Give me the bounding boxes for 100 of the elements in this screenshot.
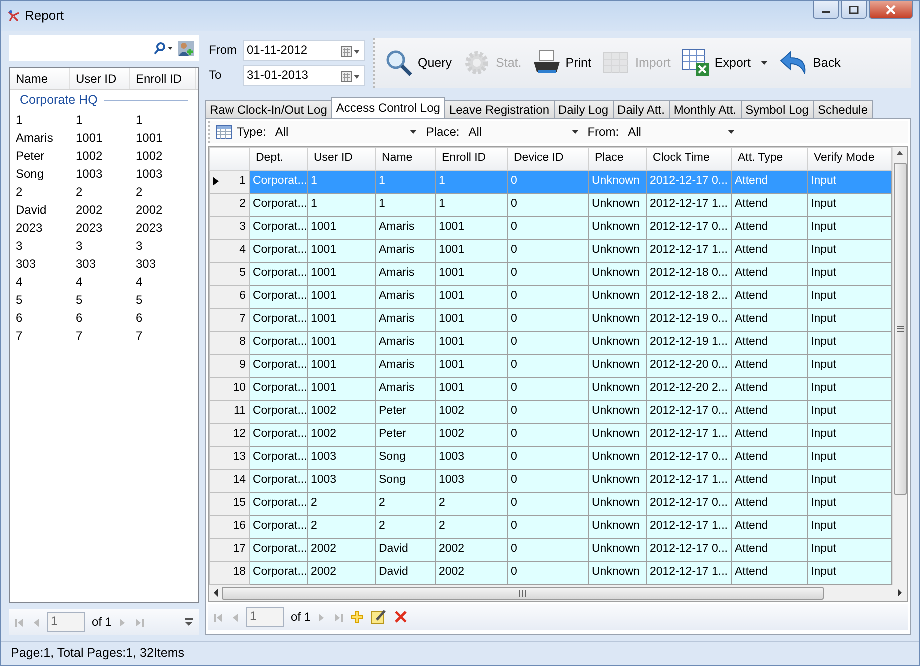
table-cell: 1003 <box>436 470 508 492</box>
row-header[interactable]: 1 <box>210 170 250 194</box>
table-cell: 0 <box>508 378 588 400</box>
export-button[interactable]: Export <box>678 48 772 78</box>
row-header[interactable]: 4 <box>210 240 250 262</box>
caret-icon[interactable] <box>410 130 418 134</box>
table-cell: Input <box>808 446 892 470</box>
column-header[interactable]: Enroll ID <box>130 68 196 89</box>
edit-icon[interactable] <box>371 609 388 625</box>
list-cell-text: 3 <box>75 238 84 254</box>
column-header[interactable]: Device ID <box>508 148 588 170</box>
row-number: 10 <box>233 382 246 396</box>
column-header[interactable]: Att. Type <box>732 148 808 170</box>
list-cell-text: 2023 <box>75 220 104 236</box>
group-header[interactable]: Corporate HQ <box>20 93 98 108</box>
row-header[interactable]: 9 <box>210 354 250 378</box>
row-header[interactable]: 13 <box>210 446 250 470</box>
row-header[interactable]: 3 <box>210 216 250 240</box>
table-cell: David <box>376 562 436 584</box>
date-field[interactable]: 01-11-2012 <box>243 40 365 61</box>
table-cell: Peter <box>376 424 436 446</box>
tab[interactable]: Daily Att. <box>612 100 670 118</box>
table-cell: Corporat... <box>250 286 308 308</box>
table-cell: Input <box>808 262 892 286</box>
table-cell: 2012-12-19 1... <box>646 332 732 354</box>
list-cell-text: David <box>15 202 48 218</box>
row-header[interactable]: 10 <box>210 378 250 400</box>
page-field[interactable]: 1 <box>47 612 85 632</box>
search-icon[interactable] <box>153 42 173 54</box>
table-cell: 0 <box>508 446 588 470</box>
date-label: From <box>209 43 237 58</box>
table-cell: Unknown <box>588 424 646 446</box>
page-count: of 1 <box>291 610 312 624</box>
column-header[interactable]: Enroll ID <box>436 148 508 170</box>
filter-dropdown[interactable]: All <box>624 124 740 140</box>
table-cell: 2012-12-17 0... <box>646 216 732 240</box>
delete-icon[interactable] <box>394 610 408 624</box>
table-cell: 2012-12-17 0... <box>646 538 732 562</box>
scroll-left-icon[interactable] <box>212 588 220 598</box>
tab[interactable]: Schedule <box>812 100 874 118</box>
row-header[interactable]: 15 <box>210 492 250 516</box>
grid-icon[interactable] <box>216 124 232 140</box>
page-field[interactable]: 1 <box>246 607 284 627</box>
column-header[interactable]: Clock Time <box>646 148 732 170</box>
filter-dropdown[interactable]: All <box>271 124 422 140</box>
row-header[interactable]: 17 <box>210 538 250 562</box>
column-header[interactable]: Verify Mode <box>808 148 892 170</box>
calendar-icon[interactable] <box>341 43 361 58</box>
table-cell: 1001 <box>436 216 508 240</box>
calendar-icon[interactable] <box>341 68 361 83</box>
table-cell: Corporat... <box>250 262 308 286</box>
row-header[interactable]: 2 <box>210 194 250 216</box>
column-header[interactable]: Dept. <box>250 148 308 170</box>
table-cell: 2012-12-18 2... <box>646 286 732 308</box>
column-header[interactable]: Name <box>10 68 70 89</box>
close-button[interactable] <box>869 1 913 19</box>
maximize-button[interactable] <box>841 1 867 19</box>
row-header[interactable]: 5 <box>210 262 250 286</box>
tab[interactable]: Leave Registration <box>444 100 555 118</box>
row-header[interactable]: 16 <box>210 516 250 538</box>
table-cell: Amaris <box>376 378 436 400</box>
table-cell: 1 <box>376 194 436 216</box>
filter-dropdown[interactable]: All <box>464 124 583 140</box>
column-header[interactable]: Place <box>588 148 646 170</box>
table-cell: 1 <box>436 194 508 216</box>
tab[interactable]: Raw Clock-In/Out Log <box>205 100 332 118</box>
table-cell: Unknown <box>588 240 646 262</box>
add-user-icon[interactable] <box>177 40 195 56</box>
vertical-scrollbar[interactable] <box>892 147 907 585</box>
column-header[interactable]: User ID <box>308 148 376 170</box>
tab[interactable]: Daily Log <box>554 100 614 118</box>
row-header[interactable]: 6 <box>210 286 250 308</box>
table-cell: Corporat... <box>250 424 308 446</box>
row-header[interactable]: 18 <box>210 562 250 584</box>
date-field[interactable]: 31-01-2013 <box>243 65 365 86</box>
table-cell: 0 <box>508 354 588 378</box>
table-cell: Input <box>808 240 892 262</box>
caret-icon[interactable] <box>572 130 579 134</box>
scroll-right-icon[interactable] <box>896 588 904 598</box>
row-header[interactable]: 7 <box>210 308 250 332</box>
tab[interactable]: Monthly Att. <box>668 100 742 118</box>
minimize-button[interactable] <box>813 1 839 19</box>
row-header[interactable]: 11 <box>210 400 250 424</box>
column-header[interactable]: User ID <box>70 68 130 89</box>
search-field[interactable] <box>9 35 199 61</box>
query-button[interactable]: Query <box>381 48 456 78</box>
tab[interactable]: Symbol Log <box>740 100 814 118</box>
row-header[interactable]: 8 <box>210 332 250 354</box>
back-button[interactable]: Back <box>776 48 844 78</box>
current-row-icon <box>213 177 219 186</box>
print-button[interactable]: Print <box>528 48 594 78</box>
table-cell: 0 <box>508 216 588 240</box>
row-header[interactable]: 12 <box>210 424 250 446</box>
caret-icon[interactable] <box>728 130 736 134</box>
column-header[interactable]: Name <box>376 148 436 170</box>
row-header[interactable]: 14 <box>210 470 250 492</box>
tab[interactable]: Access Control Log <box>331 97 446 118</box>
table-cell: Attend <box>732 538 808 562</box>
horizontal-scrollbar[interactable] <box>209 585 907 601</box>
table-cell: Unknown <box>588 170 646 194</box>
